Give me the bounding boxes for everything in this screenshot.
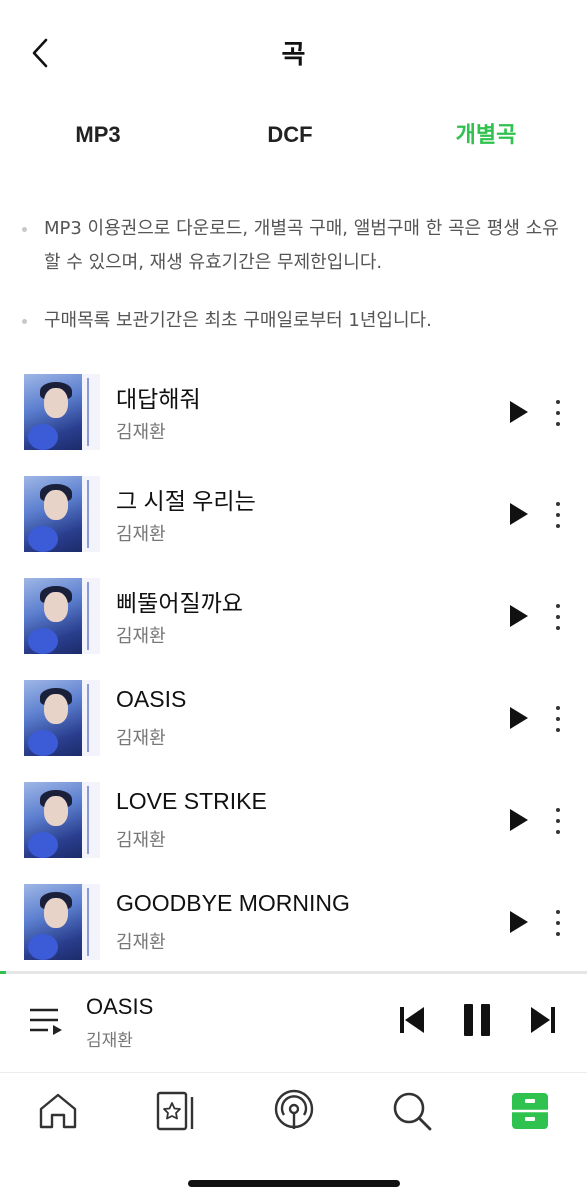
playlist-icon[interactable] — [28, 1004, 64, 1038]
more-vertical-icon[interactable] — [546, 702, 570, 736]
pause-icon[interactable] — [462, 1002, 492, 1042]
tab-individual-songs[interactable]: 개별곡 — [388, 112, 584, 158]
song-row[interactable]: LOVE STRIKE 김재환 — [0, 782, 587, 884]
more-vertical-icon[interactable] — [546, 600, 570, 634]
more-vertical-icon[interactable] — [546, 498, 570, 532]
album-cover[interactable] — [24, 578, 100, 654]
more-vertical-icon[interactable] — [546, 906, 570, 940]
tab-dcf[interactable]: DCF — [192, 112, 388, 158]
play-icon[interactable] — [510, 503, 528, 525]
now-playing-title: OASIS — [86, 994, 154, 1019]
more-vertical-icon[interactable] — [546, 804, 570, 838]
play-icon[interactable] — [510, 401, 528, 423]
album-cover-text — [87, 378, 98, 446]
bullet-icon — [22, 227, 27, 232]
header: 곡 — [0, 0, 587, 100]
song-title: 삐뚤어질까요 — [116, 590, 243, 616]
song-artist: 김재환 — [116, 728, 166, 749]
song-title: LOVE STRIKE — [116, 788, 267, 814]
album-cover[interactable] — [24, 782, 100, 858]
bottom-nav — [0, 1072, 587, 1147]
album-cover-text — [87, 582, 98, 650]
home-icon[interactable] — [36, 1089, 80, 1133]
song-row[interactable]: 삐뚤어질까요김재환 — [0, 578, 587, 680]
song-artist: 김재환 — [116, 524, 166, 545]
play-icon[interactable] — [510, 809, 528, 831]
song-artist: 김재환 — [116, 626, 166, 647]
tab-bar: MP3 DCF 개별곡 — [0, 112, 587, 158]
album-cover[interactable] — [24, 680, 100, 756]
notice-item: MP3 이용권으로 다운로드, 개별곡 구매, 앨범구매 한 곡은 평생 소유할… — [22, 212, 562, 280]
song-title: 그 시절 우리는 — [116, 488, 256, 514]
home-indicator — [188, 1180, 400, 1187]
album-cover[interactable] — [24, 374, 100, 450]
play-icon[interactable] — [510, 605, 528, 627]
song-artist: 김재환 — [116, 830, 166, 851]
album-cover-text — [87, 480, 98, 548]
skip-next-icon[interactable] — [529, 1004, 557, 1040]
song-title: GOODBYE MORNING — [116, 890, 350, 916]
song-artist: 김재환 — [116, 932, 166, 953]
now-playing-artist: 김재환 — [86, 1031, 133, 1051]
broadcast-icon[interactable] — [272, 1089, 316, 1133]
song-title: OASIS — [116, 686, 187, 712]
storage-box-icon[interactable] — [508, 1089, 552, 1133]
song-artist: 김재환 — [116, 422, 166, 443]
page-title: 곡 — [281, 40, 306, 70]
album-cover[interactable] — [24, 476, 100, 552]
album-cover[interactable] — [24, 884, 100, 960]
album-cover-text — [87, 684, 98, 752]
song-row[interactable]: 그 시절 우리는김재환 — [0, 476, 587, 578]
album-cover-text — [87, 786, 98, 854]
notice-item: 구매목록 보관기간은 최초 구매일로부터 1년입니다. — [22, 304, 562, 338]
tab-mp3[interactable]: MP3 — [0, 112, 196, 158]
search-icon[interactable] — [390, 1089, 434, 1133]
mini-player[interactable]: OASIS 김재환 — [0, 974, 587, 1070]
song-row[interactable]: 대답해줘김재환 — [0, 374, 587, 476]
skip-previous-icon[interactable] — [398, 1004, 426, 1040]
song-row[interactable]: OASIS 김재환 — [0, 680, 587, 782]
song-title: 대답해줘 — [116, 386, 201, 412]
star-card-icon[interactable] — [154, 1089, 198, 1133]
more-vertical-icon[interactable] — [546, 396, 570, 430]
notice-text: 구매목록 보관기간은 최초 구매일로부터 1년입니다. — [44, 310, 432, 331]
bullet-icon — [22, 319, 27, 324]
notice-text: MP3 이용권으로 다운로드, 개별곡 구매, 앨범구매 한 곡은 평생 소유할… — [44, 218, 559, 273]
play-icon[interactable] — [510, 707, 528, 729]
album-cover-text — [87, 888, 98, 956]
play-icon[interactable] — [510, 911, 528, 933]
